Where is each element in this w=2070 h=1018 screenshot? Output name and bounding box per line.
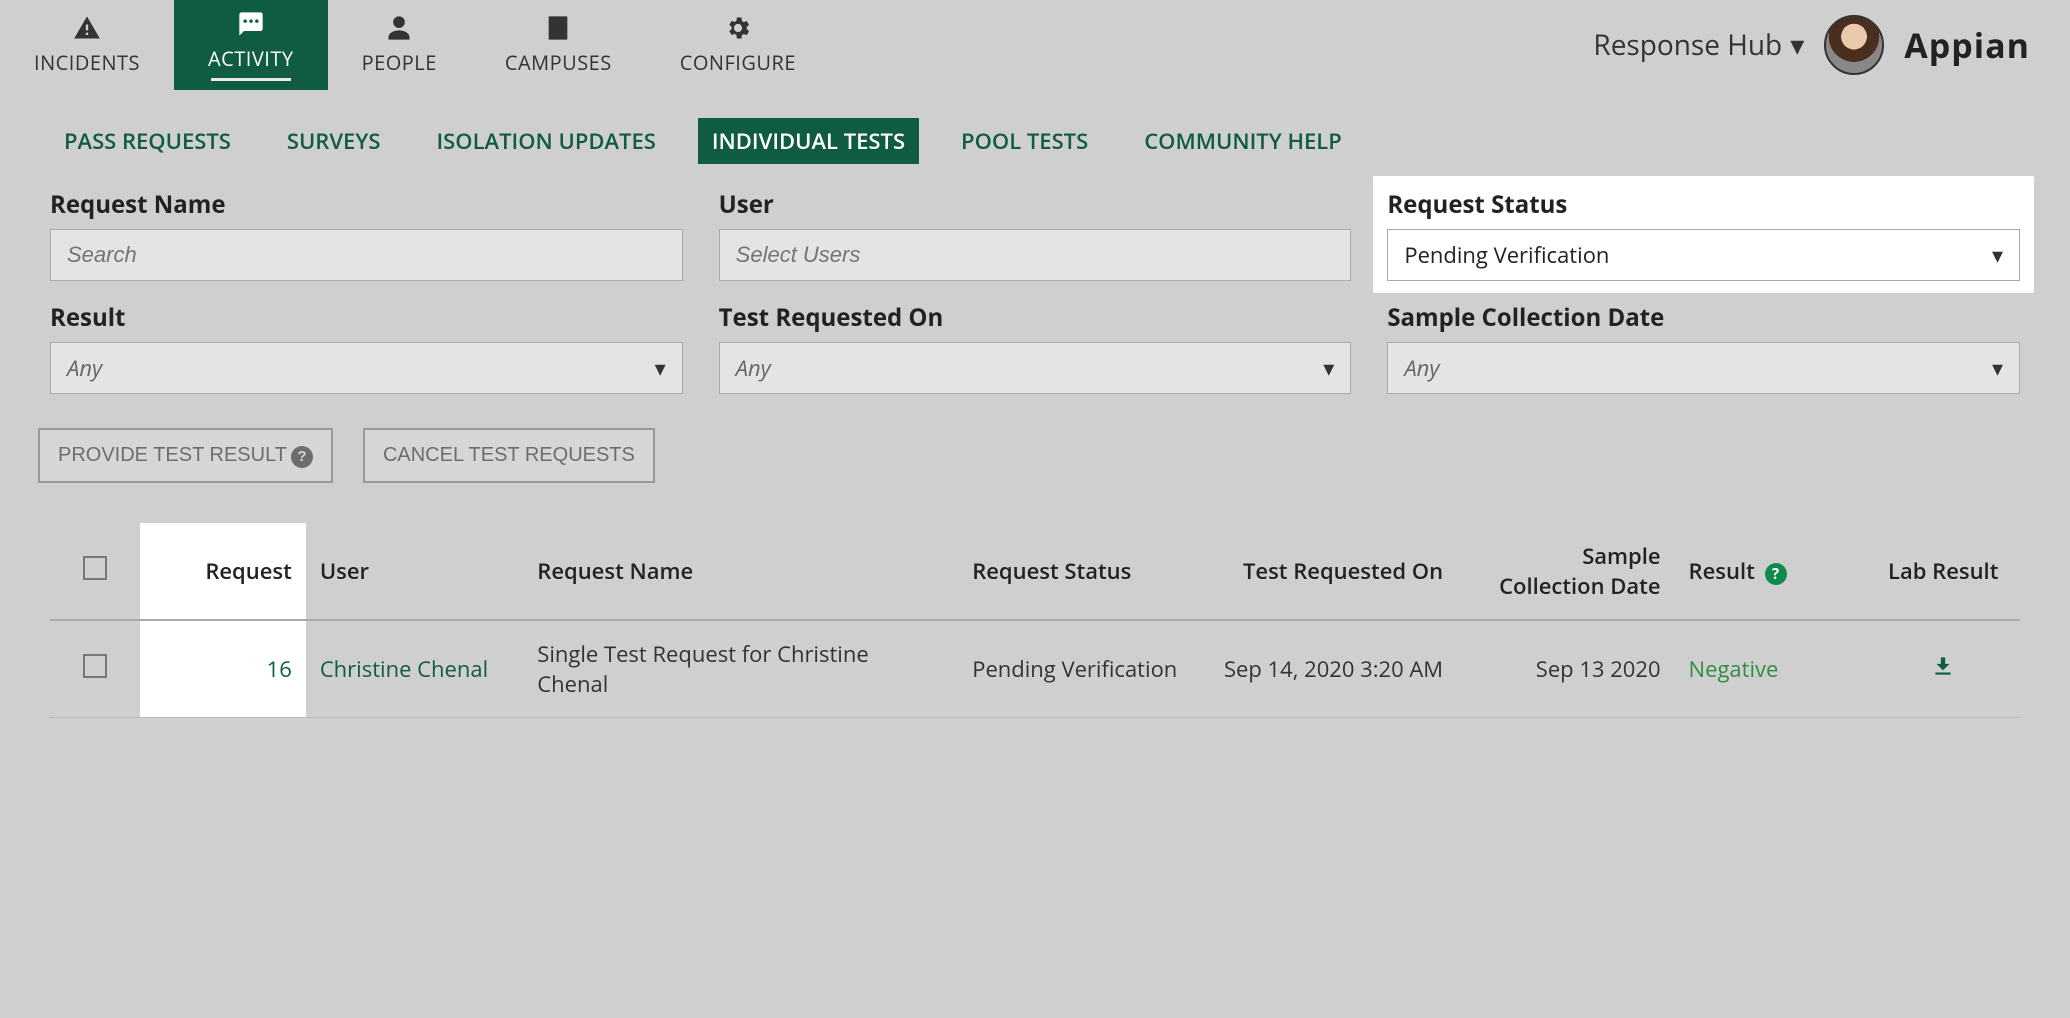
top-nav: INCIDENTS ACTIVITY PEOPLE CAMPUSES CO [0,0,830,90]
chevron-down-icon: ▾ [1992,353,2003,383]
col-lab-result[interactable]: Lab Result [1866,523,2020,620]
filter-request-name: Request Name [50,188,683,281]
cell-request-name: Single Test Request for Christine Chenal [523,620,958,718]
cell-lab-result [1866,620,2020,718]
action-buttons: PROVIDE TEST RESULT? CANCEL TEST REQUEST… [0,404,2070,523]
warning-icon [73,14,101,45]
tab-isolation-updates[interactable]: ISOLATION UPDATES [422,118,669,164]
filter-label: User [719,188,1352,221]
tab-pass-requests[interactable]: PASS REQUESTS [50,118,245,164]
col-request[interactable]: Request [140,523,306,620]
sample-collection-date-select[interactable]: Any ▾ [1387,342,2020,394]
col-result-label: Result [1689,556,1755,586]
nav-campuses[interactable]: CAMPUSES [471,0,646,90]
cell-result: Negative [1675,620,1867,718]
cell-user[interactable]: Christine Chenal [306,620,523,718]
col-test-requested-on[interactable]: Test Requested On [1201,523,1457,620]
col-request-status[interactable]: Request Status [958,523,1201,620]
result-select[interactable]: Any ▾ [50,342,683,394]
cell-test-requested-on: Sep 14, 2020 3:20 AM [1201,620,1457,718]
results-table-wrap: Request User Request Name Request Status… [0,523,2070,758]
table-row: 16 Christine Chenal Single Test Request … [50,620,2020,718]
cancel-test-requests-button[interactable]: CANCEL TEST REQUESTS [363,428,655,483]
hub-area: Response Hub ▾ Appian [1593,0,2030,90]
filter-test-requested-on: Test Requested On Any ▾ [719,301,1352,394]
nav-label: PEOPLE [362,49,437,76]
nav-label: ACTIVITY [208,45,294,72]
tab-surveys[interactable]: SURVEYS [273,118,395,164]
request-name-input[interactable] [50,229,683,281]
filter-sample-collection-date: Sample Collection Date Any ▾ [1387,301,2020,394]
tab-community-help[interactable]: COMMUNITY HELP [1130,118,1356,164]
col-sample-collection-date[interactable]: Sample Collection Date [1457,523,1674,620]
request-status-select[interactable]: Pending Verification ▾ [1387,229,2020,281]
nav-activity[interactable]: ACTIVITY [174,0,328,90]
brand-logo: Appian [1904,22,2030,68]
chevron-down-icon: ▾ [655,353,666,383]
filters: Request Name User Request Status Pending… [0,178,2070,404]
filter-result: Result Any ▾ [50,301,683,394]
col-user[interactable]: User [306,523,523,620]
download-icon[interactable] [1930,651,1956,687]
select-value: Any [67,353,102,383]
chevron-down-icon: ▾ [1323,353,1334,383]
nav-label: CAMPUSES [505,49,612,76]
test-requested-on-select[interactable]: Any ▾ [719,342,1352,394]
nav-label: INCIDENTS [34,49,140,76]
active-underline [211,78,291,81]
select-value: Any [736,353,771,383]
button-label: CANCEL TEST REQUESTS [383,444,635,466]
table-header-row: Request User Request Name Request Status… [50,523,2020,620]
select-all-checkbox[interactable] [83,556,107,580]
filter-request-status: Request Status Pending Verification ▾ [1373,176,2034,293]
help-icon[interactable]: ? [1765,563,1787,585]
chat-icon [237,10,265,41]
person-icon [385,14,413,45]
filter-label: Sample Collection Date [1387,301,2020,334]
provide-test-result-button[interactable]: PROVIDE TEST RESULT? [38,428,333,483]
help-icon: ? [291,446,313,468]
cell-request-status: Pending Verification [958,620,1201,718]
col-request-name[interactable]: Request Name [523,523,958,620]
chevron-down-icon: ▾ [1992,240,2003,270]
tab-pool-tests[interactable]: POOL TESTS [947,118,1102,164]
cell-checkbox [50,620,140,718]
row-checkbox[interactable] [83,654,107,678]
sub-tabs: PASS REQUESTS SURVEYS ISOLATION UPDATES … [0,90,2070,178]
cell-sample-collection-date: Sep 13 2020 [1457,620,1674,718]
filter-label: Result [50,301,683,334]
button-label: PROVIDE TEST RESULT [58,444,287,466]
select-value: Any [1404,353,1439,383]
nav-label: CONFIGURE [680,49,796,76]
user-input[interactable] [719,229,1352,281]
nav-configure[interactable]: CONFIGURE [646,0,830,90]
hub-label-text: Response Hub [1593,26,1782,64]
results-table: Request User Request Name Request Status… [50,523,2020,718]
filter-label: Test Requested On [719,301,1352,334]
filter-user: User [719,188,1352,281]
hub-dropdown[interactable]: Response Hub ▾ [1593,26,1804,64]
col-checkbox [50,523,140,620]
filter-label: Request Name [50,188,683,221]
top-bar: INCIDENTS ACTIVITY PEOPLE CAMPUSES CO [0,0,2070,90]
nav-people[interactable]: PEOPLE [328,0,471,90]
select-value: Pending Verification [1404,240,1609,270]
building-icon [544,14,572,45]
nav-incidents[interactable]: INCIDENTS [0,0,174,90]
cell-request[interactable]: 16 [140,620,306,718]
col-result[interactable]: Result ? [1675,523,1867,620]
tab-individual-tests[interactable]: INDIVIDUAL TESTS [698,118,919,164]
filter-label: Request Status [1387,188,2020,221]
avatar[interactable] [1824,15,1884,75]
gear-icon [724,14,752,45]
chevron-down-icon: ▾ [1790,26,1804,64]
